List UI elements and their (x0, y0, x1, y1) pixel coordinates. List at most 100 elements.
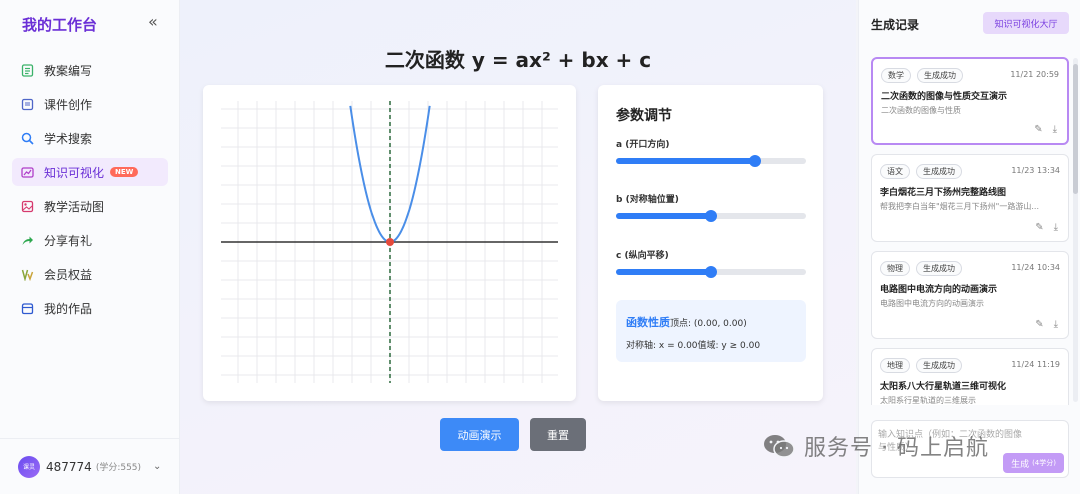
edit-icon[interactable]: ✎ (1034, 124, 1042, 135)
sidebar-item-label: 课件创作 (44, 97, 93, 112)
subject-tag: 地理 (880, 358, 910, 373)
edit-icon[interactable]: ✎ (1035, 319, 1043, 330)
parameter-panel: 参数调节 a (开口方向) b (对称轴位置) c (纵向平移) 函数性质顶点:… (598, 85, 823, 401)
chevron-down-icon[interactable]: ⌄ (153, 461, 161, 472)
sidebar-item-label: 我的作品 (44, 301, 93, 316)
sidebar-item-label: 教学活动图 (44, 199, 105, 214)
sidebar-item-courseware[interactable]: 课件创作 (12, 90, 168, 118)
param-a-slider[interactable] (616, 155, 806, 167)
subject-tag: 语文 (880, 164, 910, 179)
sidebar-item-label: 学术搜索 (44, 131, 93, 146)
generate-label: 生成 (1011, 459, 1030, 470)
slider-fill (616, 213, 711, 219)
download-icon[interactable]: ⤓ (1054, 222, 1058, 233)
sidebar-item-academic-search[interactable]: 学术搜索 (12, 124, 168, 152)
sidebar-item-my-works[interactable]: 我的作品 (12, 294, 168, 322)
list-item[interactable]: 地理 生成成功 11/24 11:19 太阳系八大行星轨道三维可视化 太阳系行星… (871, 348, 1069, 405)
visualization-hall-button[interactable]: 知识可视化大厅 (983, 12, 1069, 34)
slider-thumb[interactable] (748, 155, 761, 167)
slides-icon (20, 97, 34, 111)
chart-icon (20, 165, 34, 179)
record-time: 11/21 20:59 (1010, 70, 1059, 79)
record-title: 太阳系八大行星轨道三维可视化 (880, 382, 1007, 392)
record-desc: 电路图中电流方向的动画演示 (880, 299, 984, 308)
sidebar-item-label: 会员权益 (44, 267, 93, 282)
sidebar-item-activity-diagram[interactable]: 教学活动图 (12, 192, 168, 220)
download-icon[interactable]: ⤓ (1054, 319, 1058, 330)
vip-icon (20, 267, 34, 281)
avatar[interactable]: 课灵 (18, 455, 40, 478)
edit-icon[interactable]: ✎ (1035, 222, 1043, 233)
reset-button[interactable]: 重置 (530, 418, 586, 451)
page-title: 二次函数 y = ax² + bx + c (384, 48, 652, 72)
brand-title: 我的工作台 (22, 16, 98, 34)
sidebar-item-label: 教案编写 (44, 63, 93, 78)
doc-icon (20, 63, 34, 77)
range-text: 值域: y ≥ 0.00 (697, 341, 761, 351)
record-time: 11/24 10:34 (1011, 263, 1060, 272)
watermark-text: 服务号 · 码上启航 (804, 436, 989, 461)
new-badge: NEW (110, 167, 139, 177)
record-desc: 帮我把李白当年"烟花三月下扬州"一路游山... (880, 202, 1039, 211)
slider-thumb[interactable] (705, 210, 717, 222)
slider-fill (616, 158, 755, 164)
subject-tag: 物理 (880, 261, 910, 276)
param-b-slider[interactable] (616, 210, 806, 222)
image-icon (20, 199, 34, 213)
sidebar: 我的工作台 « 教案编写 课件创作 学术搜索 知识可视化 NEW 教学活动图 分… (0, 0, 180, 494)
history-panel: 生成记录 知识可视化大厅 数学 生成成功 11/21 20:59 二次函数的图像… (858, 0, 1080, 494)
search-icon (20, 131, 34, 145)
scroll-thumb[interactable] (1073, 64, 1078, 194)
user-id: 487774 (46, 459, 92, 474)
sidebar-item-membership[interactable]: 会员权益 (12, 260, 168, 288)
status-tag: 生成成功 (916, 261, 962, 276)
record-desc: 太阳系行星轨道的三维展示 (880, 396, 976, 405)
record-desc: 二次函数的图像与性质 (881, 106, 961, 115)
record-title: 二次函数的图像与性质交互演示 (881, 92, 1008, 102)
sidebar-item-lesson-plan[interactable]: 教案编写 (12, 56, 168, 84)
function-graph-card (203, 85, 576, 401)
animate-button[interactable]: 动画演示 (440, 418, 519, 451)
generate-cost: (4学分) (1032, 459, 1056, 467)
sidebar-item-label: 知识可视化 (44, 165, 105, 180)
axis-text: 对称轴: x = 0.00 (626, 341, 698, 351)
vertex-text: 顶点: (0.00, 0.00) (670, 319, 747, 329)
function-properties: 函数性质顶点: (0.00, 0.00) 对称轴: x = 0.00值域: y … (616, 300, 806, 362)
subject-tag: 数学 (881, 68, 911, 83)
param-b-label: b (对称轴位置) (616, 195, 679, 205)
sidebar-item-label: 分享有礼 (44, 233, 93, 248)
share-icon (20, 233, 34, 247)
status-tag: 生成成功 (917, 68, 963, 83)
user-profile-bar[interactable]: 课灵 487774 (学分:555) ⌄ (0, 438, 180, 494)
main-content: 二次函数 y = ax² + bx + c 参数调节 a (开口方向) b (对… (180, 0, 856, 494)
collapse-sidebar-icon[interactable]: « (148, 12, 158, 31)
list-item[interactable]: 语文 生成成功 11/23 13:34 李白烟花三月下扬州完整路线图 帮我把李白… (871, 154, 1069, 242)
list-item[interactable]: 数学 生成成功 11/21 20:59 二次函数的图像与性质交互演示 二次函数的… (871, 57, 1069, 145)
history-list: 数学 生成成功 11/21 20:59 二次函数的图像与性质交互演示 二次函数的… (871, 57, 1071, 405)
status-tag: 生成成功 (916, 358, 962, 373)
props-title: 函数性质 (626, 316, 670, 329)
watermark: 服务号 · 码上启航 (762, 430, 989, 462)
list-item[interactable]: 物理 生成成功 11/24 10:34 电路图中电流方向的动画演示 电路图中电流… (871, 251, 1069, 339)
record-title: 电路图中电流方向的动画演示 (880, 285, 998, 295)
record-title: 李白烟花三月下扬州完整路线图 (880, 188, 1007, 198)
param-c-slider[interactable] (616, 266, 806, 278)
param-c-label: c (纵向平移) (616, 251, 669, 261)
download-icon[interactable]: ⤓ (1053, 124, 1057, 135)
wechat-logo-icon (764, 435, 795, 458)
record-time: 11/24 11:19 (1011, 360, 1060, 369)
param-a-label: a (开口方向) (616, 140, 670, 150)
user-credits: (学分:555) (95, 463, 142, 473)
status-tag: 生成成功 (916, 164, 962, 179)
record-time: 11/23 13:34 (1011, 166, 1060, 175)
history-title: 生成记录 (871, 18, 920, 32)
sidebar-item-share-rewards[interactable]: 分享有礼 (12, 226, 168, 254)
params-title: 参数调节 (616, 108, 672, 124)
folder-icon (20, 301, 34, 315)
function-graph (221, 101, 558, 383)
slider-fill (616, 269, 711, 275)
generate-button[interactable]: 生成 (4学分) (1003, 453, 1064, 473)
sidebar-item-knowledge-viz[interactable]: 知识可视化 NEW (12, 158, 168, 186)
slider-thumb[interactable] (705, 266, 717, 278)
scrollbar[interactable] (1073, 58, 1078, 402)
